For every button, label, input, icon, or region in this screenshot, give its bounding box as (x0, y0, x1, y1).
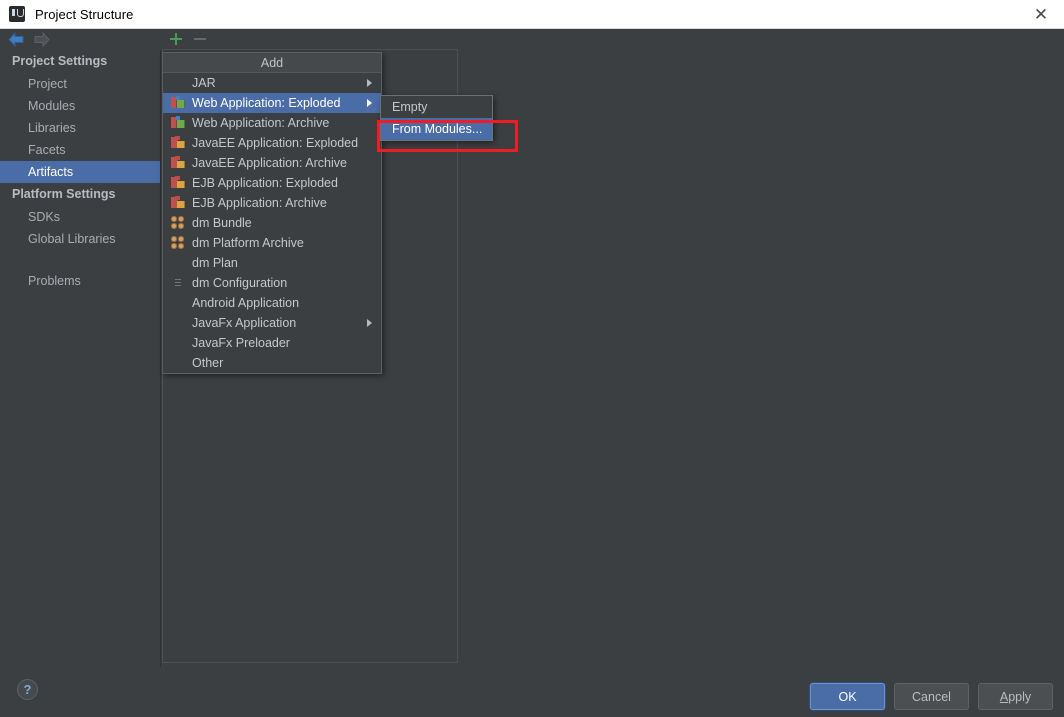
diamond-icon (171, 296, 185, 310)
menu-item-label: dm Configuration (192, 276, 288, 290)
sidebar-item-facets[interactable]: Facets (0, 139, 160, 161)
intellij-idea-icon (9, 6, 25, 22)
javaee-app-icon (171, 136, 185, 150)
artifacts-toolbar (162, 29, 458, 49)
submenu-item-label: From Modules... (392, 122, 483, 136)
project-structure-dialog: Project Structure ✕ Project Settings Pro… (0, 0, 1064, 717)
document-icon (171, 276, 185, 290)
menu-item-label: EJB Application: Archive (192, 196, 327, 210)
settings-sidebar: Project Settings Project Modules Librari… (0, 50, 161, 667)
globe-icon (171, 256, 185, 270)
menu-item-label: JavaEE Application: Exploded (192, 136, 359, 150)
web-application-exploded-submenu: Empty From Modules... (380, 95, 493, 141)
remove-artifact-button (192, 31, 208, 47)
navigation-toolbar (0, 29, 1064, 50)
menu-item-label: Web Application: Archive (192, 116, 330, 130)
menu-item-label: JavaFx Application (192, 316, 297, 330)
add-artifact-button[interactable] (168, 31, 184, 47)
web-app-icon (171, 116, 185, 130)
help-icon[interactable]: ? (17, 679, 38, 700)
apply-mnemonic: A (999, 689, 1009, 704)
submenu-item-label: Empty (392, 100, 428, 114)
javaee-app-icon (171, 176, 185, 190)
menu-item-dm-configuration[interactable]: dm Configuration (163, 273, 381, 293)
menu-title: Add (163, 53, 381, 73)
diamond-icon (171, 336, 185, 350)
menu-item-ejb-application-archive[interactable]: EJB Application: Archive (163, 193, 381, 213)
menu-item-web-application-archive[interactable]: Web Application: Archive (163, 113, 381, 133)
chevron-right-icon (367, 79, 372, 87)
menu-item-ejb-application-exploded[interactable]: EJB Application: Exploded (163, 173, 381, 193)
web-app-icon (171, 96, 185, 110)
back-arrow-icon[interactable] (8, 32, 25, 47)
menu-item-label: dm Bundle (192, 216, 252, 230)
add-artifact-menu: Add JAR Web Application: Exploded Web Ap… (162, 52, 382, 374)
sidebar-item-project[interactable]: Project (0, 73, 160, 95)
menu-item-javaee-application-exploded[interactable]: JavaEE Application: Exploded (163, 133, 381, 153)
sidebar-item-modules[interactable]: Modules (0, 95, 160, 117)
dm-bundle-icon (171, 236, 185, 250)
submenu-item-from-modules[interactable]: From Modules... (381, 118, 492, 140)
diamond-icon (171, 316, 185, 330)
chevron-right-icon (367, 99, 372, 107)
artifact-detail-pane (459, 49, 1063, 663)
sidebar-item-sdks[interactable]: SDKs (0, 206, 160, 228)
sidebar-item-artifacts[interactable]: Artifacts (0, 161, 160, 183)
menu-item-label: JavaEE Application: Archive (192, 156, 347, 170)
sidebar-group-platform-settings: Platform Settings (12, 187, 116, 201)
menu-item-javafx-application[interactable]: JavaFx Application (163, 313, 381, 333)
menu-item-label: Web Application: Exploded (192, 96, 341, 110)
close-icon[interactable]: ✕ (1018, 0, 1064, 29)
menu-item-label: EJB Application: Exploded (192, 176, 338, 190)
window-title: Project Structure (35, 6, 134, 22)
menu-item-label: Other (192, 356, 224, 370)
menu-item-android-application[interactable]: Android Application (163, 293, 381, 313)
title-bar: Project Structure ✕ (0, 0, 1064, 29)
menu-item-dm-bundle[interactable]: dm Bundle (163, 213, 381, 233)
menu-item-dm-plan[interactable]: dm Plan (163, 253, 381, 273)
menu-item-other[interactable]: Other (163, 353, 381, 373)
menu-item-label: JAR (192, 76, 216, 90)
menu-item-label: JavaFx Preloader (192, 336, 290, 350)
chevron-right-icon (367, 319, 372, 327)
cancel-button[interactable]: Cancel (894, 683, 969, 710)
menu-item-jar[interactable]: JAR (163, 73, 381, 93)
submenu-item-empty[interactable]: Empty (381, 96, 492, 118)
menu-item-label: Android Application (192, 296, 300, 310)
menu-item-label: dm Platform Archive (192, 236, 304, 250)
javaee-app-icon (171, 196, 185, 210)
menu-item-label: dm Plan (192, 256, 238, 270)
forward-arrow-icon (33, 32, 50, 47)
menu-item-dm-platform-archive[interactable]: dm Platform Archive (163, 233, 381, 253)
menu-item-javaee-application-archive[interactable]: JavaEE Application: Archive (163, 153, 381, 173)
sidebar-item-libraries[interactable]: Libraries (0, 117, 160, 139)
menu-item-javafx-preloader[interactable]: JavaFx Preloader (163, 333, 381, 353)
apply-button[interactable]: Apply (978, 683, 1053, 710)
dm-bundle-icon (171, 216, 185, 230)
diamond-icon (171, 76, 185, 90)
diamond-icon (171, 356, 185, 370)
apply-rest: pply (1008, 689, 1032, 704)
menu-item-web-application-exploded[interactable]: Web Application: Exploded (163, 93, 381, 113)
javaee-app-icon (171, 156, 185, 170)
sidebar-item-global-libraries[interactable]: Global Libraries (0, 228, 160, 250)
sidebar-item-problems[interactable]: Problems (0, 270, 160, 292)
ok-button[interactable]: OK (810, 683, 885, 710)
sidebar-group-project-settings: Project Settings (12, 54, 108, 68)
